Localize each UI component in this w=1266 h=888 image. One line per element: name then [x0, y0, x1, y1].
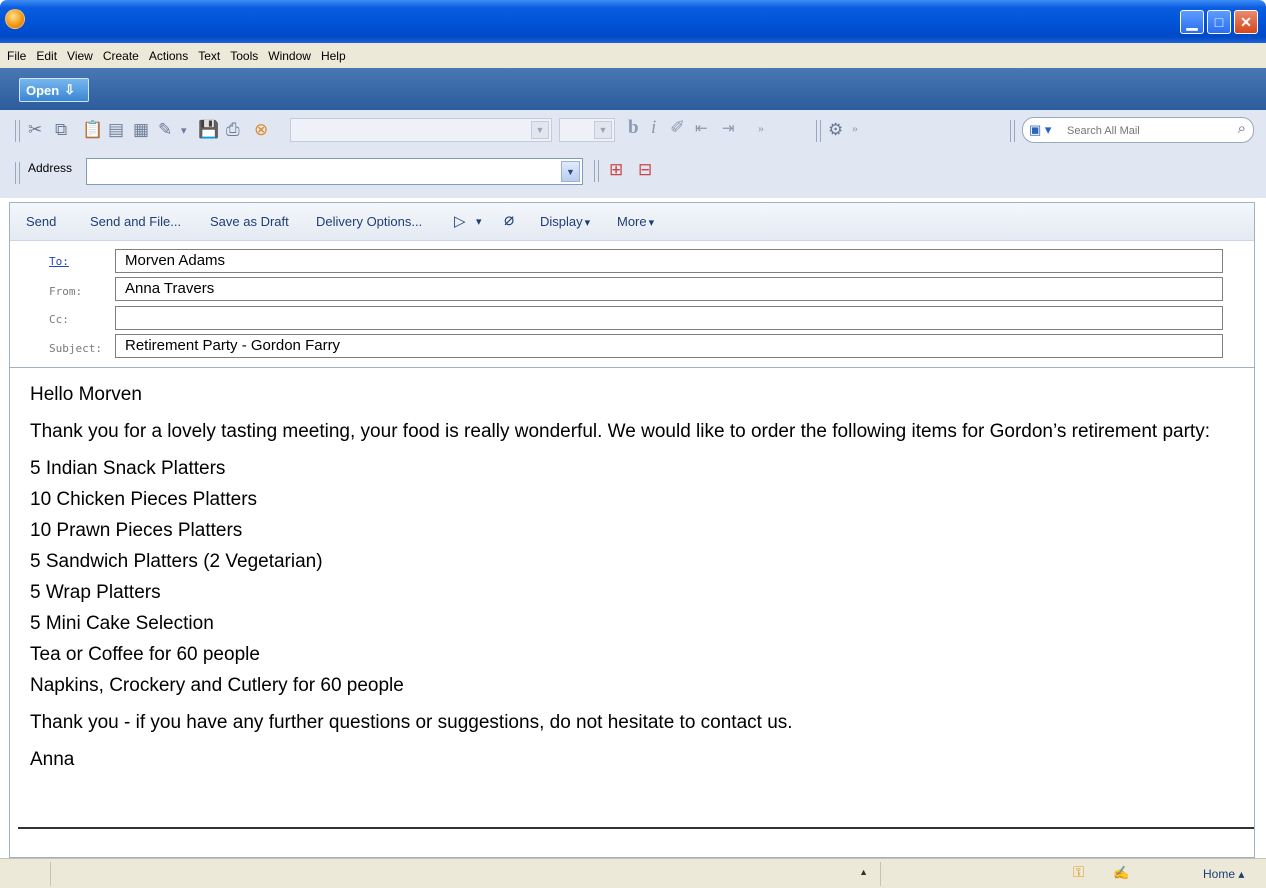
minimize-button[interactable]: ▁: [1180, 10, 1204, 34]
subject-label: Subject:: [49, 342, 102, 355]
title-bar: ▁ □ ✕: [0, 0, 1266, 43]
from-field[interactable]: Anna Travers: [115, 277, 1223, 301]
font-combo[interactable]: ▼: [290, 118, 552, 142]
to-label[interactable]: To:: [49, 255, 69, 268]
command-bar: Open ⇩: [0, 68, 1266, 110]
copy-icon[interactable]: ⧉: [55, 120, 67, 140]
address-dropdown-icon[interactable]: ▼: [561, 161, 580, 182]
toolbar-grip[interactable]: [594, 160, 599, 182]
display-menu-button[interactable]: Display: [540, 214, 590, 229]
address-book-icon[interactable]: ⊞: [609, 160, 623, 180]
status-expand-icon[interactable]: ▲: [859, 867, 868, 877]
menu-create[interactable]: Create: [99, 49, 145, 63]
delivery-options-button[interactable]: Delivery Options...: [316, 214, 422, 229]
menu-tools[interactable]: Tools: [226, 49, 264, 63]
status-cell-main: ▲: [50, 862, 880, 886]
status-cell-right: ⚿ ✍ Home ▴: [880, 862, 1266, 886]
groupwise-app-icon[interactable]: [5, 9, 25, 29]
list-item: 5 Sandwich Platters (2 Vegetarian): [30, 551, 323, 572]
menu-file[interactable]: File: [3, 49, 32, 63]
font-size-combo-arrow-icon[interactable]: ▼: [594, 121, 612, 139]
decrease-indent-icon[interactable]: ⇤: [695, 119, 708, 138]
increase-indent-icon[interactable]: ⇥: [722, 119, 735, 138]
italic-icon[interactable]: i: [651, 117, 656, 139]
menu-actions[interactable]: Actions: [145, 49, 194, 63]
window-controls: ▁ □ ✕: [1180, 10, 1258, 34]
cut-icon[interactable]: ✂: [28, 120, 42, 140]
address-field: ▼: [86, 158, 583, 185]
compose-action-bar: Send Send and File... Save as Draft Deli…: [10, 203, 1254, 241]
search-icon[interactable]: ⌕: [1238, 120, 1246, 137]
bold-icon[interactable]: b: [628, 117, 639, 139]
toolbar-grip[interactable]: [15, 162, 20, 184]
font-size-combo[interactable]: ▼: [559, 118, 615, 142]
close-button[interactable]: ✕: [1234, 10, 1258, 34]
open-button[interactable]: Open ⇩: [19, 78, 89, 102]
save-icon[interactable]: 💾: [198, 120, 219, 140]
home-label: Home: [1203, 867, 1236, 881]
body-greeting: Hello Morven: [30, 384, 142, 405]
from-label: From:: [49, 285, 83, 298]
body-signature: Anna: [30, 749, 75, 770]
toolbar-overflow-icon[interactable]: »: [758, 121, 764, 136]
cancel-icon[interactable]: ⊗: [254, 120, 268, 140]
list-item: 5 Mini Cake Selection: [30, 613, 214, 634]
body-bottom-divider: [18, 827, 1254, 829]
toolbar-grip[interactable]: [1010, 120, 1015, 142]
font-combo-arrow-icon[interactable]: ▼: [531, 121, 549, 139]
document-icon[interactable]: ▦: [133, 120, 149, 140]
menu-help[interactable]: Help: [317, 49, 352, 63]
message-body[interactable]: Hello Morven Thank you for a lovely tast…: [30, 379, 1240, 775]
list-item: Tea or Coffee for 60 people: [30, 644, 260, 665]
address-input[interactable]: [87, 159, 557, 183]
list-item: 10 Chicken Pieces Platters: [30, 489, 258, 510]
signature-icon[interactable]: ✍: [1113, 865, 1129, 881]
status-bar: ▲ ⚿ ✍ Home ▴: [0, 858, 1266, 888]
send-and-file-button[interactable]: Send and File...: [90, 214, 181, 229]
cc-label: Cc:: [49, 313, 69, 326]
search-input[interactable]: [1067, 122, 1227, 139]
body-closing: Thank you - if you have any further ques…: [30, 712, 793, 733]
toolbar-grip[interactable]: [15, 120, 20, 142]
list-item: Napkins, Crockery and Cutlery for 60 peo…: [30, 675, 404, 696]
compose-window: Send Send and File... Save as Draft Deli…: [9, 202, 1255, 858]
search-box: ▣ ▾ ⌕: [1022, 117, 1254, 143]
menu-bar: File Edit View Create Actions Text Tools…: [0, 43, 1266, 68]
search-scope-icon[interactable]: ▣ ▾: [1029, 122, 1051, 138]
new-item-icon[interactable]: ✎: [158, 120, 172, 140]
menu-edit[interactable]: Edit: [32, 49, 63, 63]
check-names-icon[interactable]: ⊟: [638, 160, 652, 180]
attach-icon[interactable]: ⌀: [504, 210, 514, 230]
paste-icon[interactable]: 📋: [82, 120, 103, 140]
maximize-button[interactable]: □: [1207, 10, 1231, 34]
header-separator: [10, 367, 1254, 368]
flag-icon[interactable]: ▷: [454, 212, 466, 230]
flag-dropdown-icon[interactable]: ▾: [476, 215, 482, 228]
open-button-label: Open: [26, 82, 60, 98]
address-label: Address: [28, 161, 73, 175]
spell-check-icon[interactable]: ⚙: [828, 120, 843, 140]
list-item: 10 Prawn Pieces Platters: [30, 520, 243, 541]
list-item: 5 Indian Snack Platters: [30, 458, 226, 479]
paste-special-icon[interactable]: ▤: [108, 120, 124, 140]
toolbar-overflow-icon[interactable]: »: [852, 121, 858, 136]
more-menu-button[interactable]: More: [617, 214, 654, 229]
print-icon[interactable]: ⎙: [226, 120, 240, 140]
menu-window[interactable]: Window: [264, 49, 317, 63]
to-field[interactable]: Morven Adams: [115, 249, 1223, 273]
send-button[interactable]: Send: [26, 214, 56, 229]
download-arrow-icon: ⇩: [64, 82, 76, 97]
toolbar-grip[interactable]: [816, 120, 821, 142]
body-intro: Thank you for a lovely tasting meeting, …: [30, 421, 1210, 442]
menu-view[interactable]: View: [63, 49, 99, 63]
highlight-icon[interactable]: ✐: [670, 117, 685, 138]
home-button[interactable]: Home ▴: [1203, 867, 1244, 881]
save-as-draft-button[interactable]: Save as Draft: [210, 214, 289, 229]
menu-text[interactable]: Text: [194, 49, 226, 63]
key-icon[interactable]: ⚿: [1073, 864, 1084, 881]
cc-field[interactable]: [115, 306, 1223, 330]
subject-field[interactable]: Retirement Party - Gordon Farry: [115, 334, 1223, 358]
list-item: 5 Wrap Platters: [30, 582, 161, 603]
new-item-dropdown-icon[interactable]: ▾: [181, 124, 187, 137]
